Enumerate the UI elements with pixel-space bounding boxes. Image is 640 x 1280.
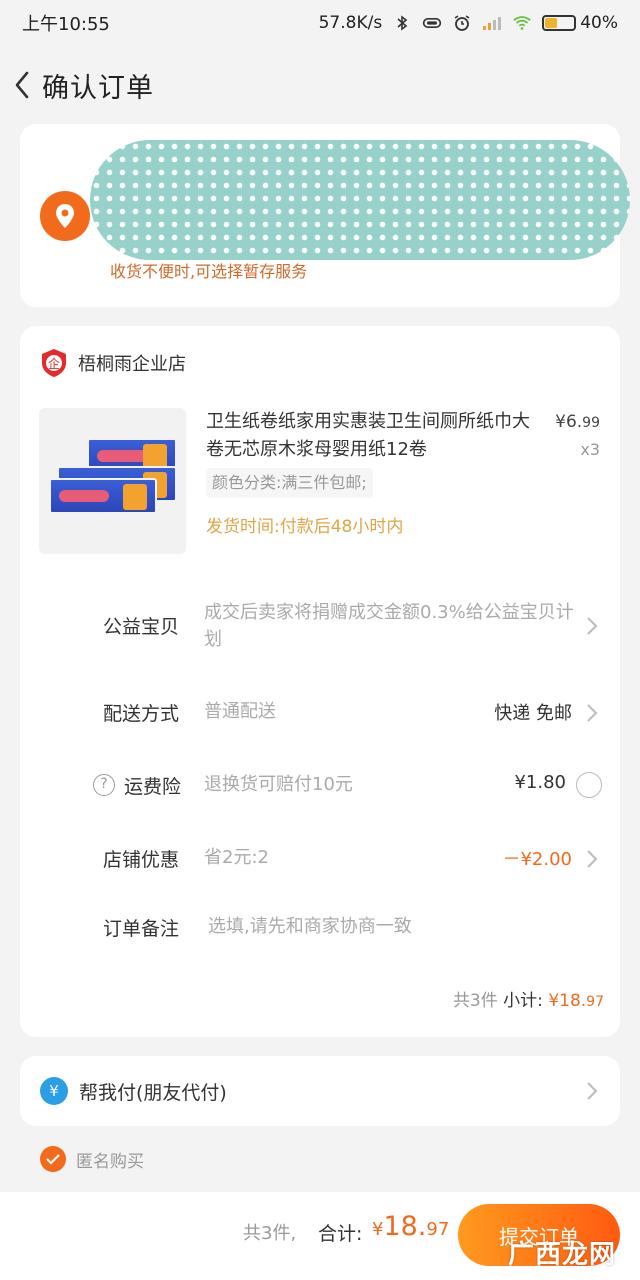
svg-text:企: 企 [48,356,60,371]
order-remark-row: 订单备注 选填,请先和商家协商一致 [20,911,620,945]
product-title[interactable]: 卫生纸卷纸家用实惠装卫生间厕所纸巾大卷无芯原木浆母婴用纸12卷 [206,408,536,464]
status-bar: 上午10:55 57.8K/s 40% [0,0,640,46]
battery-icon: 40% [542,13,618,33]
address-redacted [90,140,630,260]
watermark: 广西龙网 [508,1240,617,1270]
insurance-label: 运费险 [124,776,182,798]
shop-discount-row[interactable]: 店铺优惠 省2元:2 －¥2.00 [20,842,620,876]
vibrate-icon [423,18,442,28]
alarm-icon [454,15,470,31]
help-icon[interactable]: ? [93,774,115,796]
pay-for-me-label: 帮我付(朋友代付) [79,1082,227,1104]
chevron-left-icon [15,71,29,99]
subtotal-label: 小计: [503,991,543,1011]
bluetooth-icon [397,15,408,31]
shipping-insurance-row[interactable]: ? 运费险 退换货可赔付10元 ¥1.80 [20,769,620,803]
delivery-value: 快递 免邮 [494,703,572,724]
total-amount: ¥18.97 [372,1211,450,1242]
chevron-right-icon [587,850,598,868]
address-card[interactable]: 收货不便时,可选择暂存服务 [20,124,630,307]
subtotal-amount: ¥18.97 [548,991,604,1011]
page-title: 确认订单 [42,72,154,104]
delivery-label: 配送方式 [103,703,180,725]
shop-header[interactable]: 企 梧桐雨企业店 [40,348,186,378]
discount-label: 店铺优惠 [103,849,180,871]
subtotal-count: 共3件 [452,991,498,1011]
delivery-row[interactable]: 配送方式 普通配送 快递 免邮 [20,696,620,730]
anonymous-purchase[interactable]: 匿名购买 [40,1146,144,1172]
discount-value: －¥2.00 [502,849,572,870]
status-icons: 57.8K/s 40% [319,13,618,33]
charity-label: 公益宝贝 [103,616,180,638]
chevron-right-icon [587,617,598,635]
insurance-radio[interactable] [576,772,602,798]
anonymous-label: 匿名购买 [76,1151,144,1172]
address-storage-note[interactable]: 收货不便时,可选择暂存服务 [110,258,307,282]
delivery-desc: 普通配送 [204,701,276,722]
net-speed: 57.8K/s [318,13,383,33]
back-button[interactable] [2,55,42,115]
enterprise-shield-icon: 企 [42,349,66,377]
battery-level: 40% [580,13,618,33]
yuan-coin-icon: ¥ [40,1077,68,1105]
insurance-desc: 退换货可赔付10元 [204,774,353,795]
page-header: 确认订单 [0,55,640,115]
remark-label: 订单备注 [103,918,180,940]
total-count: 共3件, [243,1223,297,1244]
total-label: 合计: [318,1223,363,1245]
chevron-right-icon [587,704,598,722]
subtotal: 共3件 小计: ¥18.97 [453,986,604,1011]
charity-desc: 成交后卖家将捐赠成交金额0.3%给公益宝贝计划 [204,602,574,650]
pay-for-me-row[interactable]: ¥ 帮我付(朋友代付) [20,1056,620,1126]
remark-input[interactable]: 选填,请先和商家协商一致 [208,913,412,940]
product-image[interactable] [39,408,186,554]
order-card: 企 梧桐雨企业店 卫生纸卷纸家用实惠装卫生间厕所纸巾大卷无芯原木浆母婴用纸12卷… [20,326,620,1037]
product-quantity: x3 [580,440,600,459]
product-price: ¥6.99 [555,412,600,432]
signal-icon [483,17,502,30]
chevron-right-icon [587,1082,598,1100]
discount-desc: 省2元:2 [204,847,269,868]
wifi-icon [513,16,531,30]
charity-row[interactable]: 公益宝贝 成交后卖家将捐赠成交金额0.3%给公益宝贝计划 [20,596,620,656]
checkmark-icon[interactable] [40,1146,66,1172]
location-pin-icon [40,191,90,241]
product-spec: 颜色分类:满三件包邮; [206,468,373,498]
insurance-price: ¥1.80 [514,772,566,793]
status-time: 上午10:55 [22,14,110,35]
shop-name: 梧桐雨企业店 [78,354,186,375]
ship-time: 发货时间:付款后48小时内 [206,517,404,537]
